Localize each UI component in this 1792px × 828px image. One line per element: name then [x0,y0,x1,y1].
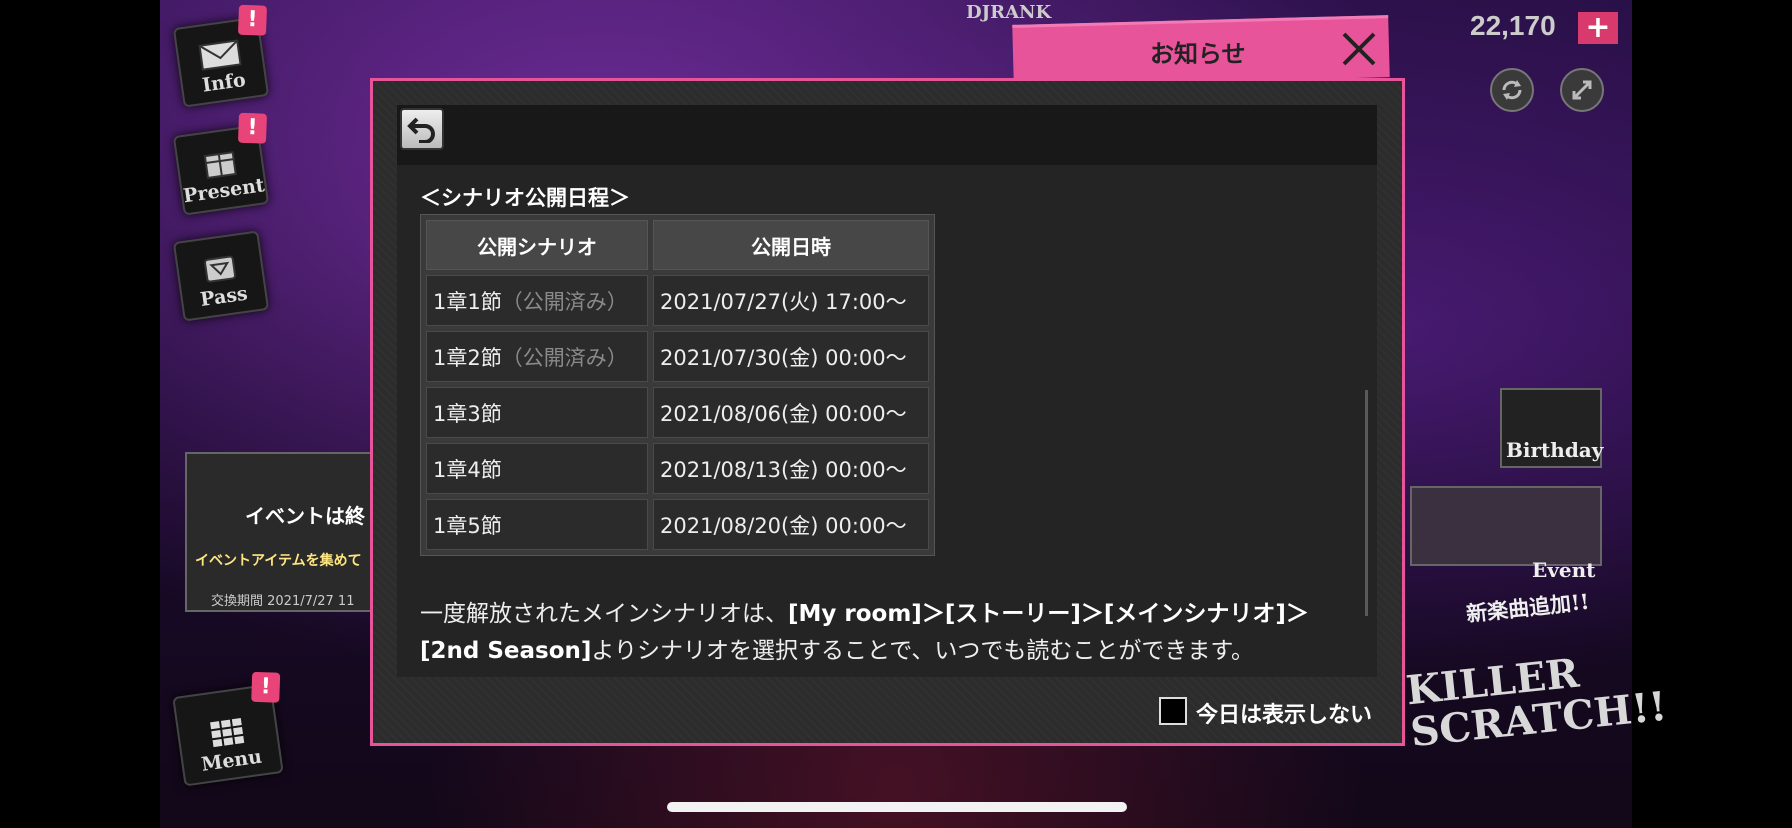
gift-box-icon [203,151,237,180]
envelope-icon [198,39,242,71]
home-indicator[interactable] [667,802,1127,812]
birthday-label: Birthday [1506,438,1604,462]
refresh-button[interactable] [1490,68,1534,112]
table-row: 1章5節 2021/08/20(金) 00:00〜 [426,499,929,550]
schedule-table: 公開シナリオ 公開日時 1章1節（公開済み） 2021/07/27(火) 17:… [420,214,935,556]
info-badge: ! [237,4,268,36]
scenario-cell: 1章5節 [426,499,648,550]
scenario-cell: 1章3節 [426,387,648,438]
table-row: 1章2節（公開済み） 2021/07/30(金) 00:00〜 [426,331,929,382]
scenario-cell: 1章4節 [426,443,648,494]
expand-icon [1572,80,1592,100]
menu-badge: ! [251,671,281,703]
scenario-cell: 1章1節（公開済み） [426,275,648,326]
refresh-icon [1502,80,1522,100]
chapter-label: 1章2節 [433,345,502,370]
present-badge: ! [237,112,268,144]
info-button[interactable]: ! Info [172,4,270,108]
fullscreen-button[interactable] [1560,68,1604,112]
chapter-label: 1章1節 [433,289,502,314]
menu-button[interactable]: ! Menu [172,671,284,787]
released-status: （公開済み） [501,345,628,370]
back-arrow-icon [407,117,435,143]
table-row: 1章4節 2021/08/13(金) 00:00〜 [426,443,929,494]
event-banner-title: イベントは終 [245,504,365,528]
grid-menu-icon [210,718,245,748]
note-prefix: 一度解放されたメインシナリオは、 [420,601,788,627]
event-label: Event [1532,558,1596,582]
pass-button[interactable]: Pass [172,230,270,322]
add-currency-button[interactable]: + [1578,12,1618,44]
released-status: （公開済み） [501,289,628,314]
pass-ticket-icon [204,255,237,283]
section-title: ＜シナリオ公開日程＞ [420,186,630,210]
table-row: 1章1節（公開済み） 2021/07/27(火) 17:00〜 [426,275,929,326]
datetime-cell: 2021/07/30(金) 00:00〜 [653,331,929,382]
header-datetime: 公開日時 [653,220,929,270]
modal-header-bar [397,105,1377,165]
scrollbar[interactable] [1365,390,1368,616]
note-suffix: よりシナリオを選択することで、いつでも読むことができます。 [591,638,1255,664]
datetime-cell: 2021/08/13(金) 00:00〜 [653,443,929,494]
dont-show-today-checkbox[interactable] [1159,697,1187,725]
present-label: Present [181,174,266,208]
currency-amount: 22,170 [1470,10,1556,41]
table-row: 1章3節 2021/08/06(金) 00:00〜 [426,387,929,438]
chapter-label: 1章3節 [433,401,502,426]
header-scenario: 公開シナリオ [426,220,648,270]
left-letterbox [0,0,160,828]
dj-rank: DJRANK [966,2,1051,23]
dj-rank-label: DJRANK [966,2,1052,23]
datetime-cell: 2021/08/20(金) 00:00〜 [653,499,929,550]
table-header-row: 公開シナリオ 公開日時 [426,220,929,270]
back-button[interactable] [400,108,444,150]
info-label: Info [200,68,248,97]
notice-text: 一度解放されたメインシナリオは、[My room]＞[ストーリー]＞[メインシナ… [420,596,1350,670]
event-banner-period: 交換期間 2021/7/27 11 [211,594,355,609]
birthday-banner[interactable]: Birthday [1500,388,1604,468]
close-icon[interactable] [1338,28,1380,70]
chapter-label: 1章4節 [433,457,502,482]
event-banner[interactable]: イベントは終 イベントアイテムを集めて 交換期間 2021/7/27 11 [185,452,375,612]
chapter-label: 1章5節 [433,513,502,538]
event-banner-right[interactable]: Event [1410,486,1602,582]
modal-title: お知らせ [1150,40,1246,68]
dont-show-today-label[interactable]: 今日は表示しない [1196,697,1372,729]
event-banner-sub: イベントアイテムを集めて [195,553,362,569]
killer-scratch-label: KILLER SCRATCH!! [1403,649,1670,757]
datetime-cell: 2021/08/06(金) 00:00〜 [653,387,929,438]
pass-label: Pass [198,282,249,311]
datetime-cell: 2021/07/27(火) 17:00〜 [653,275,929,326]
present-button[interactable]: ! Present [172,112,270,216]
scenario-cell: 1章2節（公開済み） [426,331,648,382]
